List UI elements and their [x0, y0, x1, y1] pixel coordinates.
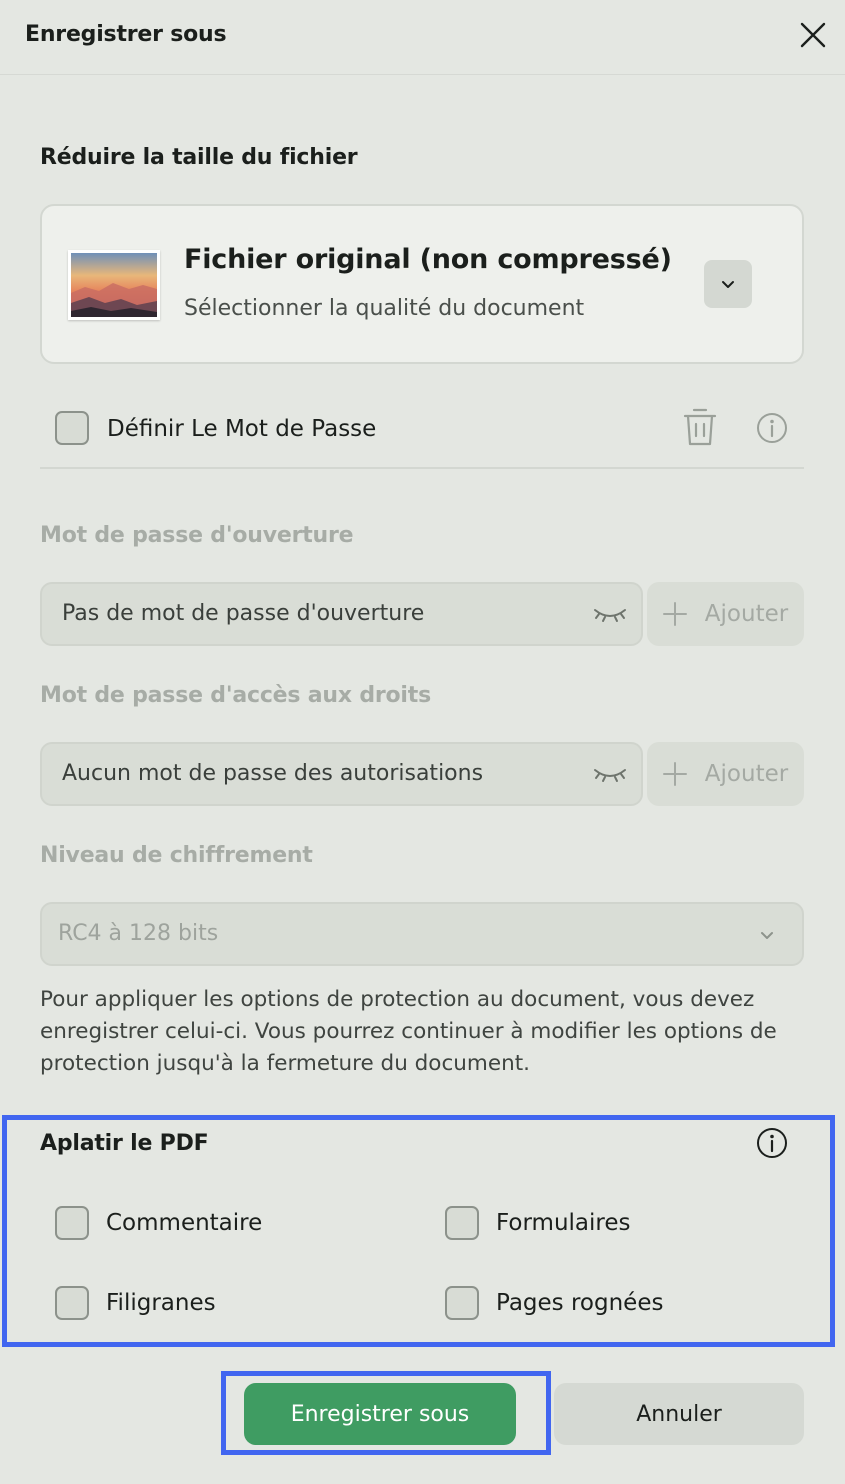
encryption-level-value: RC4 à 128 bits [58, 921, 219, 946]
flatten-forms-checkbox[interactable] [445, 1206, 479, 1240]
flatten-watermarks-checkbox[interactable] [55, 1286, 89, 1320]
permissions-password-title: Mot de passe d'accès aux droits [40, 683, 431, 708]
permissions-password-field[interactable]: Aucun mot de passe des autorisations [40, 742, 643, 806]
flatten-cropped-pages-label: Pages rognées [496, 1290, 664, 1316]
dialog-title: Enregistrer sous [25, 22, 227, 47]
password-info-button[interactable] [755, 411, 789, 445]
document-thumbnail [68, 250, 160, 320]
encryption-level-select[interactable]: RC4 à 128 bits [40, 902, 804, 966]
chevron-down-icon [761, 932, 773, 939]
open-password-field[interactable]: Pas de mot de passe d'ouverture [40, 582, 643, 646]
open-password-title: Mot de passe d'ouverture [40, 523, 354, 548]
eye-closed-icon[interactable] [593, 606, 627, 624]
eye-closed-icon[interactable] [593, 766, 627, 784]
compression-dropdown-button[interactable] [704, 260, 752, 308]
compression-option-card[interactable]: Fichier original (non compressé) Sélecti… [40, 204, 804, 364]
dialog-header: Enregistrer sous [0, 0, 845, 75]
add-label: Ajouter [704, 761, 789, 787]
chevron-down-icon [722, 281, 734, 288]
flatten-section-title: Aplatir le PDF [40, 1131, 209, 1156]
close-icon [800, 22, 826, 48]
flatten-info-button[interactable] [755, 1126, 789, 1160]
encryption-level-title: Niveau de chiffrement [40, 843, 313, 868]
plus-icon [662, 762, 687, 786]
info-icon [757, 413, 787, 443]
open-password-value: Pas de mot de passe d'ouverture [62, 601, 425, 626]
permissions-password-value: Aucun mot de passe des autorisations [62, 761, 484, 786]
close-button[interactable] [795, 17, 831, 53]
info-icon [757, 1128, 787, 1158]
flatten-forms-label: Formulaires [496, 1210, 631, 1236]
add-permissions-password-button[interactable]: Ajouter [647, 742, 804, 806]
compression-option-subtitle: Sélectionner la qualité du document [184, 296, 585, 321]
plus-icon [662, 602, 687, 626]
delete-button[interactable] [681, 404, 719, 448]
flatten-cropped-pages-checkbox[interactable] [445, 1286, 479, 1320]
divider [40, 467, 804, 469]
flatten-comment-checkbox[interactable] [55, 1206, 89, 1240]
set-password-checkbox[interactable] [55, 411, 89, 445]
compression-section-title: Réduire la taille du fichier [40, 145, 358, 170]
set-password-label: Définir Le Mot de Passe [107, 416, 377, 442]
flatten-comment-label: Commentaire [106, 1210, 263, 1236]
save-as-button[interactable]: Enregistrer sous [244, 1383, 516, 1445]
compression-option-title: Fichier original (non compressé) [184, 244, 672, 275]
trash-icon [683, 408, 717, 446]
add-label: Ajouter [704, 601, 789, 627]
flatten-watermarks-label: Filigranes [106, 1290, 216, 1316]
cancel-button[interactable]: Annuler [554, 1383, 804, 1445]
protection-note: Pour appliquer les options de protection… [40, 987, 777, 1076]
add-open-password-button[interactable]: Ajouter [647, 582, 804, 646]
